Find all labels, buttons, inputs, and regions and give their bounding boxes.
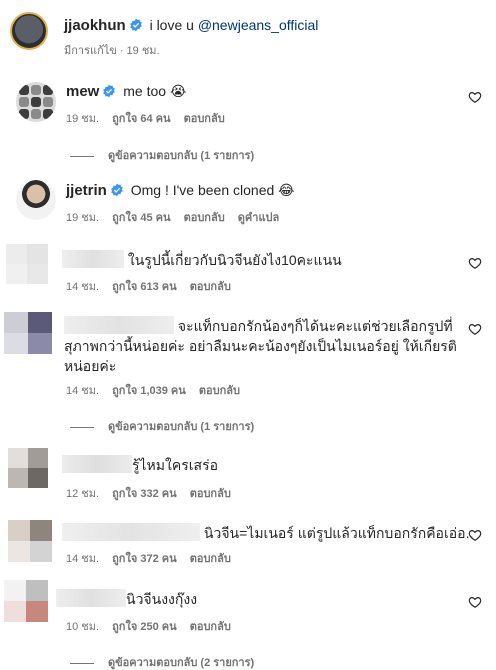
comment-text: Omg ! I've been cloned 😂 [130, 182, 295, 198]
heart-icon[interactable] [468, 595, 482, 609]
verified-badge-icon [103, 84, 116, 98]
comment-time: 14 ชม. [66, 385, 100, 397]
edited-label: มีการแก้ไข [64, 45, 117, 57]
comment-text: ในรูปนี้เกี่ยวกับนิวจีนยังไง10คะแนน [127, 252, 342, 268]
comment-text: รู้ไหมใครเสร่อ [132, 457, 218, 473]
reply-button[interactable]: ตอบกลับ [190, 621, 231, 633]
verified-badge-icon [111, 183, 123, 197]
comment-text: นิวจีน=ไมเนอร์ แต่รูปแล้วแท็กบอกรักคือเอ… [203, 525, 474, 541]
reply-button[interactable]: ตอบกลับ [184, 113, 225, 125]
comment-time: 10 ชม. [66, 621, 100, 633]
comment-text-line-1: จะแท็กบอกรักน้องๆก็ได้นะคะแต่ช่วยเลือกรู… [177, 318, 453, 334]
comment-time: 19 ชม. [66, 113, 100, 125]
comment-item: jjetrin Omg ! I've been cloned 😂 19 ชม. … [0, 176, 496, 236]
comment-text-line-3: หน่อยค่ะ [64, 358, 117, 374]
caption-time: 19 ชม. [126, 45, 160, 57]
comment-text-line-2: สุภาพกว่านี้หน่อยค่ะ อย่าลืมนะคะน้องๆยัง… [64, 338, 457, 354]
heart-icon[interactable] [468, 322, 482, 336]
comment-item: นิวจีน=ไมเนอร์ แต่รูปแล้วแท็กบอกรักคือเอ… [0, 516, 496, 572]
like-count[interactable]: ถูกใจ 64 คน [112, 113, 170, 125]
verified-badge-icon [129, 18, 142, 32]
reply-button[interactable]: ตอบกลับ [184, 212, 225, 224]
like-count[interactable]: ถูกใจ 45 คน [112, 212, 170, 224]
avatar[interactable] [10, 12, 48, 50]
view-replies-button[interactable]: ดูข้อความตอบกลับ (1 รายการ) [70, 417, 254, 435]
view-replies-button[interactable]: ดูข้อความตอบกลับ (2 รายการ) [70, 653, 254, 670]
like-count[interactable]: ถูกใจ 250 คน [112, 621, 176, 633]
mention-link[interactable]: @newjeans_official [198, 17, 319, 33]
avatar[interactable] [6, 244, 48, 284]
heart-icon[interactable] [468, 90, 482, 104]
blurred-username [56, 589, 126, 607]
avatar[interactable] [4, 580, 48, 622]
translate-button[interactable]: ดูคำแปล [238, 212, 280, 224]
caption-text: i love u [149, 17, 194, 33]
avatar[interactable] [8, 448, 48, 488]
comment-item: รู้ไหมใครเสร่อ 12 ชม. ถูกใจ 332 คน ตอบกล… [0, 444, 496, 500]
blurred-username [64, 316, 174, 334]
comment-text: me too 😭 [123, 83, 187, 99]
avatar[interactable] [8, 520, 52, 562]
reply-button[interactable]: ตอบกลับ [190, 553, 231, 565]
reply-button[interactable]: ตอบกลับ [190, 488, 231, 500]
comment-time: 19 ชม. [66, 212, 100, 224]
comment-text: นิวจีนงงกุ๊งง [126, 591, 198, 607]
username[interactable]: jjetrin [66, 182, 107, 199]
view-replies-button[interactable]: ดูข้อความตอบกลับ (1 รายการ) [70, 146, 254, 164]
like-count[interactable]: ถูกใจ 613 คน [112, 281, 176, 293]
comment-item: mew me too 😭 19 ชม. ถูกใจ 64 คน ตอบกลับ … [0, 78, 496, 170]
blurred-username [62, 523, 200, 541]
avatar[interactable] [4, 312, 52, 354]
avatar[interactable] [16, 82, 56, 122]
comment-time: 12 ชม. [66, 488, 100, 500]
like-count[interactable]: ถูกใจ 332 คน [112, 488, 176, 500]
reply-button[interactable]: ตอบกลับ [190, 281, 231, 293]
reply-button[interactable]: ตอบกลับ [199, 385, 240, 397]
username[interactable]: mew [66, 83, 99, 100]
avatar[interactable] [16, 180, 56, 220]
like-count[interactable]: ถูกใจ 372 คน [112, 553, 176, 565]
like-count[interactable]: ถูกใจ 1,039 คน [112, 385, 186, 397]
heart-icon[interactable] [468, 528, 482, 542]
blurred-username [62, 455, 132, 473]
username[interactable]: jjaokhun [64, 17, 126, 34]
heart-icon[interactable] [468, 256, 482, 270]
comment-item: ในรูปนี้เกี่ยวกับนิวจีนยังไง10คะแนน 14 ช… [0, 240, 496, 296]
comment-item: นิวจีนงงกุ๊งง 10 ชม. ถูกใจ 250 คน ตอบกลั… [0, 576, 496, 670]
comment-time: 14 ชม. [66, 281, 100, 293]
comment-item: จะแท็กบอกรักน้องๆก็ได้นะคะแต่ช่วยเลือกรู… [0, 306, 496, 436]
post-caption: jjaokhun i love u @newjeans_official มีก… [0, 0, 496, 60]
blurred-username [62, 250, 124, 268]
comment-time: 14 ชม. [66, 553, 100, 565]
